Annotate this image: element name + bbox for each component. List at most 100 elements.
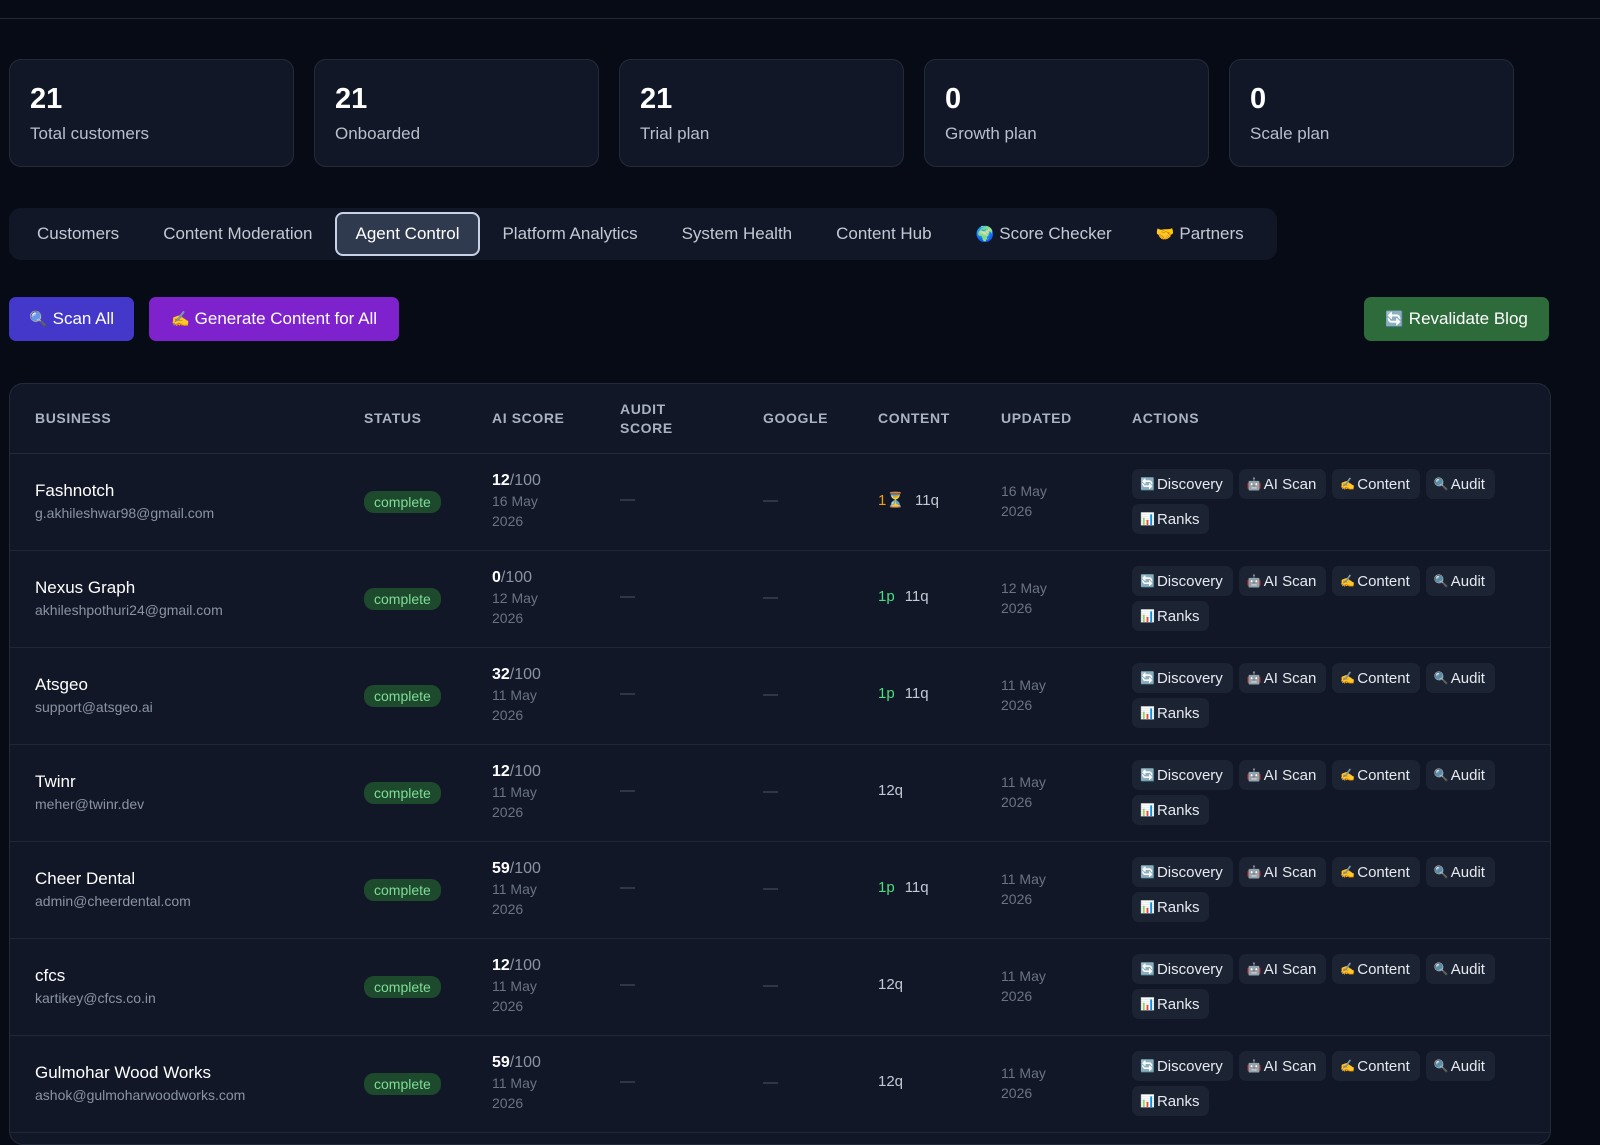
content-cell: 1p 11q bbox=[878, 685, 929, 702]
content-queries: 11q bbox=[904, 685, 929, 702]
tab-content-hub[interactable]: Content Hub bbox=[814, 212, 953, 256]
date-line-1: 11 May bbox=[492, 784, 537, 800]
action-discovery-button[interactable]: 🔄 Discovery bbox=[1132, 469, 1233, 499]
status-badge: complete bbox=[364, 976, 441, 998]
action-ranks-button[interactable]: 📊 Ranks bbox=[1132, 892, 1210, 922]
updated-line-1: 11 May bbox=[1001, 871, 1046, 887]
action-ai-scan-button[interactable]: 🤖 AI Scan bbox=[1238, 566, 1327, 596]
action-audit-button[interactable]: 🔍 Audit bbox=[1425, 857, 1495, 887]
header-audit-score: AUDIT SCORE bbox=[620, 384, 673, 453]
updated-cell: 11 May 2026 bbox=[1001, 772, 1071, 812]
action-ai-scan-button[interactable]: 🤖 AI Scan bbox=[1238, 469, 1327, 499]
business-email: kartikey@cfcs.co.in bbox=[35, 990, 156, 1006]
status-cell: complete bbox=[364, 879, 441, 901]
actions-cell: 🔄 Discovery 🤖 AI Scan ✍️ Content 🔍 Audit 📊 Ranks bbox=[1132, 760, 1512, 825]
action-discovery-button[interactable]: 🔄 Discovery bbox=[1132, 663, 1233, 693]
action-discovery-button[interactable]: 🔄 Discovery bbox=[1132, 566, 1233, 596]
action-ai-scan-button[interactable]: 🤖 AI Scan bbox=[1238, 954, 1327, 984]
content-cell: 1p 11q bbox=[878, 588, 929, 605]
status-cell: complete bbox=[364, 491, 441, 513]
action-audit-button[interactable]: 🔍 Audit bbox=[1425, 469, 1495, 499]
tab-customers[interactable]: Customers bbox=[15, 212, 141, 256]
tab-system-health[interactable]: System Health bbox=[660, 212, 815, 256]
action-content-button[interactable]: ✍️ Content bbox=[1332, 566, 1420, 596]
table-row: Nexus Graph akhileshpothuri24@gmail.com … bbox=[10, 551, 1550, 648]
stat-card-total-customers: 21 Total customers bbox=[9, 59, 294, 167]
header-google: GOOGLE bbox=[763, 410, 829, 426]
revalidate-blog-button[interactable]: 🔄 Revalidate Blog bbox=[1364, 297, 1549, 341]
action-discovery-button[interactable]: 🔄 Discovery bbox=[1132, 760, 1233, 790]
refresh-icon: 🔄 bbox=[1140, 477, 1155, 491]
action-audit-button[interactable]: 🔍 Audit bbox=[1425, 760, 1495, 790]
updated-cell: 11 May 2026 bbox=[1001, 1063, 1071, 1103]
header-business: BUSINESS bbox=[35, 410, 112, 426]
ai-score-value: 12 bbox=[492, 763, 510, 780]
header-updated: UPDATED bbox=[1001, 410, 1072, 426]
ai-score-cell: 59/100 11 May 2026 bbox=[492, 1053, 562, 1113]
updated-line-2: 2026 bbox=[1001, 697, 1033, 713]
updated-line-2: 2026 bbox=[1001, 503, 1033, 519]
action-content-button[interactable]: ✍️ Content bbox=[1332, 1051, 1420, 1081]
updated-line-2: 2026 bbox=[1001, 600, 1033, 616]
action-ai-scan-button[interactable]: 🤖 AI Scan bbox=[1238, 1051, 1327, 1081]
action-content-button[interactable]: ✍️ Content bbox=[1332, 469, 1420, 499]
action-discovery-button[interactable]: 🔄 Discovery bbox=[1132, 954, 1233, 984]
action-ranks-button[interactable]: 📊 Ranks bbox=[1132, 504, 1210, 534]
tab-platform-analytics[interactable]: Platform Analytics bbox=[480, 212, 659, 256]
tab-score-checker[interactable]: 🌍 Score Checker bbox=[954, 212, 1134, 256]
tab-label: Content Hub bbox=[836, 224, 932, 243]
action-content-button[interactable]: ✍️ Content bbox=[1332, 954, 1420, 984]
action-discovery-button[interactable]: 🔄 Discovery bbox=[1132, 857, 1233, 887]
action-audit-button[interactable]: 🔍 Audit bbox=[1425, 1051, 1495, 1081]
action-content-button[interactable]: ✍️ Content bbox=[1332, 663, 1420, 693]
action-content-button[interactable]: ✍️ Content bbox=[1332, 857, 1420, 887]
content-pages: 1p bbox=[878, 685, 895, 702]
updated-line-1: 11 May bbox=[1001, 774, 1046, 790]
bar-chart-icon: 📊 bbox=[1140, 1094, 1155, 1108]
content-cell: 12q bbox=[878, 976, 903, 993]
action-ai-scan-button[interactable]: 🤖 AI Scan bbox=[1238, 663, 1327, 693]
date-line-1: 11 May bbox=[492, 881, 537, 897]
action-ai-scan-button[interactable]: 🤖 AI Scan bbox=[1238, 760, 1327, 790]
business-cell: Atsgeo support@atsgeo.ai bbox=[35, 675, 153, 715]
content-queries: 12q bbox=[878, 1073, 904, 1090]
date-line-2: 2026 bbox=[492, 513, 524, 529]
date-line-1: 12 May bbox=[492, 590, 538, 606]
stat-value: 0 bbox=[945, 83, 962, 115]
action-audit-button[interactable]: 🔍 Audit bbox=[1425, 954, 1495, 984]
action-ranks-button[interactable]: 📊 Ranks bbox=[1132, 1086, 1210, 1116]
audit-score-value: — bbox=[620, 588, 635, 605]
tab-content-moderation[interactable]: Content Moderation bbox=[141, 212, 334, 256]
writing-hand-icon: ✍️ bbox=[1340, 962, 1356, 976]
tab-agent-control[interactable]: Agent Control bbox=[334, 212, 481, 256]
tab-partners[interactable]: 🤝 Partners bbox=[1134, 212, 1266, 256]
action-label: Discovery bbox=[1156, 669, 1223, 687]
ai-score-max: /100 bbox=[509, 1054, 541, 1071]
tab-label: Customers bbox=[37, 224, 120, 243]
stat-card-trial-plan: 21 Trial plan bbox=[619, 59, 904, 167]
bar-chart-icon: 📊 bbox=[1140, 706, 1155, 720]
tab-label: Partners bbox=[1179, 224, 1244, 243]
content-cell: 1⏳ 11q bbox=[878, 491, 939, 509]
action-ranks-button[interactable]: 📊 Ranks bbox=[1132, 795, 1210, 825]
generate-content-all-button[interactable]: ✍️ Generate Content for All bbox=[149, 297, 399, 341]
business-name: Atsgeo bbox=[35, 675, 88, 694]
action-ranks-button[interactable]: 📊 Ranks bbox=[1132, 698, 1210, 728]
writing-hand-icon: ✍️ bbox=[1340, 865, 1356, 879]
table-row: cfcs kartikey@cfcs.co.in complete 12/100… bbox=[10, 939, 1550, 1036]
content-queries: 12q bbox=[878, 782, 904, 799]
action-label: Ranks bbox=[1156, 704, 1200, 722]
action-content-button[interactable]: ✍️ Content bbox=[1332, 760, 1420, 790]
ai-score-cell: 59/100 11 May 2026 bbox=[492, 859, 562, 919]
table-row: Cheer Dental admin@cheerdental.com compl… bbox=[10, 842, 1550, 939]
action-ai-scan-button[interactable]: 🤖 AI Scan bbox=[1238, 857, 1327, 887]
status-cell: complete bbox=[364, 685, 441, 707]
table-row: Atsgeo support@atsgeo.ai complete 32/100… bbox=[10, 648, 1550, 745]
action-ranks-button[interactable]: 📊 Ranks bbox=[1132, 989, 1210, 1019]
action-audit-button[interactable]: 🔍 Audit bbox=[1425, 566, 1495, 596]
scan-all-button[interactable]: 🔍 Scan All bbox=[9, 297, 134, 341]
action-audit-button[interactable]: 🔍 Audit bbox=[1425, 663, 1495, 693]
action-ranks-button[interactable]: 📊 Ranks bbox=[1132, 601, 1210, 631]
action-label: Content bbox=[1357, 572, 1410, 590]
action-discovery-button[interactable]: 🔄 Discovery bbox=[1132, 1051, 1233, 1081]
